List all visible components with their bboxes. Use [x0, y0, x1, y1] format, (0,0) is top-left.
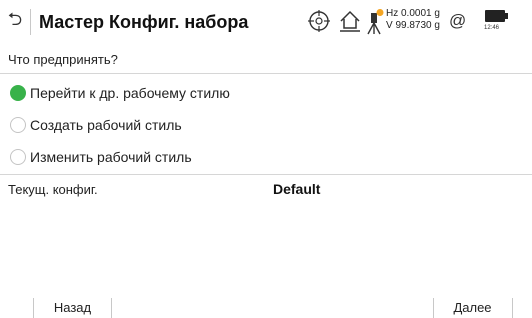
hz-reading: Hz 0.0001 g [386, 8, 440, 19]
radio-selected[interactable] [10, 85, 26, 101]
current-config-value: Default [273, 181, 321, 197]
back-arrow-icon: ⮌ [7, 9, 23, 29]
option-label: Создать рабочий стиль [30, 117, 182, 133]
option-label: Перейти к др. рабочему стилю [30, 85, 230, 101]
at-icon[interactable]: @ [449, 11, 466, 31]
angle-readout: Hz 0.0001 g V 99.8730 g [386, 8, 440, 32]
home-icon[interactable] [338, 9, 362, 33]
radio-unselected[interactable] [10, 117, 26, 133]
radio-unselected[interactable] [10, 149, 26, 165]
softkey-divider [512, 298, 513, 318]
option-edit-style[interactable]: Изменить рабочий стиль [10, 143, 192, 171]
option-create-style[interactable]: Создать рабочий стиль [10, 111, 182, 139]
option-switch-style[interactable]: Перейти к др. рабочему стилю [10, 79, 230, 107]
softkey-divider [111, 298, 112, 318]
title-divider [30, 9, 31, 35]
next-softkey[interactable]: Далее [434, 296, 511, 318]
back-softkey[interactable]: Назад [34, 296, 111, 318]
back-button[interactable]: ⮌ [0, 0, 30, 44]
divider [0, 73, 532, 74]
clock-time: 12:46 [484, 25, 500, 31]
option-label: Изменить рабочий стиль [30, 149, 192, 165]
instrument-icon[interactable] [365, 9, 385, 35]
question-label: Что предпринять? [8, 52, 118, 67]
current-config-label: Текущ. конфиг. [8, 182, 98, 197]
divider [0, 174, 532, 175]
page-title: Мастер Конфиг. набора [39, 11, 249, 32]
crosshair-icon[interactable] [307, 9, 331, 33]
softkey-bar: Назад Далее [0, 296, 532, 318]
battery-icon[interactable] [482, 8, 532, 36]
v-reading: V 99.8730 g [386, 20, 440, 31]
